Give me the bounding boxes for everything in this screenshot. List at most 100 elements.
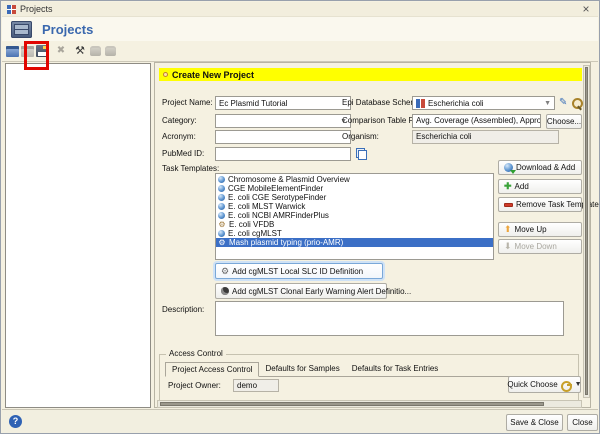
- comparison-table-fields-value: Avg. Coverage (Assembled), Approximated …: [412, 114, 541, 128]
- gear-icon: ⚙: [221, 265, 230, 276]
- task-template-item[interactable]: Chromosome & Plasmid Overview: [216, 175, 493, 184]
- save-close-button[interactable]: Save & Close: [506, 414, 563, 431]
- category-label: Category:: [162, 116, 197, 125]
- footer-bar: ? Save & Close Close: [2, 409, 598, 433]
- section-header: Create New Project: [159, 68, 582, 81]
- globe-icon: [218, 212, 225, 219]
- description-label: Description:: [162, 305, 205, 314]
- horizontal-scrollbar-thumb[interactable]: [160, 402, 544, 406]
- help-icon[interactable]: ?: [9, 415, 22, 428]
- add-cgmlst-clonal-alert-button[interactable]: Add cgMLST Clonal Early Warning Alert De…: [215, 283, 411, 299]
- section-title: Create New Project: [172, 69, 255, 80]
- page-header: Projects: [2, 17, 598, 41]
- task-template-label: E. coli MLST Warwick: [228, 202, 306, 211]
- choose-fields-button[interactable]: Choose...: [546, 114, 582, 129]
- organism-label: Organism:: [342, 132, 379, 141]
- projects-icon: [11, 20, 32, 38]
- gear-icon: ⚙: [218, 237, 226, 247]
- move-down-button: ⬇ Move Down: [498, 239, 582, 254]
- annotation-highlight-box: [24, 41, 49, 70]
- search-scheme-icon[interactable]: [572, 98, 583, 109]
- tab-defaults-for-task-entries[interactable]: Defaults for Task Entries: [346, 362, 445, 376]
- epi-database-scheme-value: Escherichia coli: [428, 98, 484, 108]
- task-template-item[interactable]: CGE MobileElementFinder: [216, 184, 493, 193]
- task-templates-list[interactable]: Chromosome & Plasmid Overview CGE MobileE…: [215, 173, 494, 260]
- access-control-group: Access Control Project Access Control Def…: [159, 349, 582, 401]
- add-cgmlst-local-slc-button[interactable]: ⚙ Add cgMLST Local SLC ID Definition: [215, 263, 383, 279]
- globe-icon: [218, 185, 225, 192]
- task-template-label: Chromosome & Plasmid Overview: [228, 175, 350, 184]
- chevron-down-icon: ▼: [574, 381, 582, 388]
- new-project-icon[interactable]: [5, 43, 19, 59]
- title-bar: Projects ×: [2, 2, 598, 17]
- pubmed-id-input[interactable]: [215, 147, 351, 161]
- globe-icon: [218, 194, 225, 201]
- pubmed-id-label: PubMed ID:: [162, 149, 205, 158]
- chevron-down-icon: ▼: [544, 99, 551, 107]
- task-template-label: E. coli cgMLST: [228, 229, 282, 238]
- plus-icon: ✚: [504, 181, 512, 191]
- task-template-label: CGE MobileElementFinder: [228, 184, 324, 193]
- task-template-item[interactable]: E. coli cgMLST: [216, 229, 493, 238]
- grant-access-icon: [88, 43, 102, 59]
- delete-project-icon: ✖: [56, 45, 66, 56]
- globe-icon: [218, 230, 225, 237]
- category-select[interactable]: ▼: [215, 114, 351, 128]
- project-owner-value: demo: [233, 379, 279, 392]
- task-template-item[interactable]: ⚙ Mash plasmid typing (prio-AMR): [216, 238, 493, 247]
- task-template-item[interactable]: ⚙ E. coli VFDB: [216, 220, 493, 229]
- close-window-icon[interactable]: ×: [579, 2, 593, 16]
- project-owner-label: Project Owner:: [168, 381, 221, 390]
- epi-database-scheme-select[interactable]: Escherichia coli ▼: [412, 96, 555, 110]
- acronym-label: Acronym:: [162, 132, 196, 141]
- section-bullet-icon: [163, 72, 168, 77]
- task-template-item[interactable]: E. coli CGE SerotypeFinder: [216, 193, 493, 202]
- arrow-down-icon: ⬇: [504, 241, 512, 251]
- tab-defaults-for-samples[interactable]: Defaults for Samples: [259, 362, 345, 376]
- project-name-input[interactable]: [215, 96, 351, 110]
- tab-project-access-control[interactable]: Project Access Control: [165, 362, 260, 377]
- globe-icon: [218, 176, 225, 183]
- gear-icon: ⚙: [218, 219, 226, 229]
- access-control-legend: Access Control: [166, 349, 226, 358]
- close-button[interactable]: Close: [567, 414, 598, 431]
- task-template-label: E. coli VFDB: [229, 220, 275, 229]
- globe-icon: [218, 203, 225, 210]
- description-input[interactable]: [215, 301, 564, 336]
- key-icon: [560, 380, 572, 392]
- edit-scheme-icon[interactable]: ✎: [559, 97, 567, 109]
- projects-dialog: Projects × Projects ✖ ⚒ Create New Projec…: [0, 0, 600, 434]
- remove-task-template-button[interactable]: Remove Task Template: [498, 197, 599, 212]
- project-name-label: Project Name:: [162, 98, 213, 107]
- acronym-input[interactable]: [215, 130, 351, 144]
- database-icon: [416, 98, 425, 108]
- arrow-up-icon: ⬆: [504, 224, 512, 234]
- vertical-scrollbar[interactable]: [583, 65, 590, 398]
- horizontal-scrollbar[interactable]: [157, 400, 582, 408]
- task-template-item[interactable]: E. coli NCBI AMRFinderPlus: [216, 211, 493, 220]
- quick-choose-button[interactable]: Quick Choose ▼: [507, 376, 582, 393]
- task-template-label: E. coli CGE SerotypeFinder: [228, 193, 327, 202]
- app-icon: [7, 4, 16, 14]
- create-project-panel: Create New Project Project Name: Categor…: [154, 62, 599, 408]
- task-template-label: Mash plasmid typing (prio-AMR): [229, 238, 344, 247]
- move-up-button[interactable]: ⬆ Move Up: [498, 222, 582, 237]
- organism-value: Escherichia coli: [412, 130, 559, 144]
- download-add-button[interactable]: Download & Add: [498, 160, 582, 175]
- add-button[interactable]: ✚ Add: [498, 179, 582, 194]
- window-title: Projects: [20, 4, 53, 14]
- minus-icon: [504, 202, 513, 207]
- alert-definition-icon: [221, 287, 229, 295]
- projects-list-panel[interactable]: [5, 63, 151, 408]
- globe-download-icon: [504, 163, 516, 174]
- revoke-access-icon: [103, 43, 117, 59]
- paste-icon[interactable]: [356, 148, 367, 160]
- task-template-item[interactable]: E. coli MLST Warwick: [216, 202, 493, 211]
- task-template-label: E. coli NCBI AMRFinderPlus: [228, 211, 329, 220]
- access-control-tabs: Project Access Control Defaults for Sampl…: [165, 362, 573, 377]
- project-tools-icon[interactable]: ⚒: [73, 43, 87, 59]
- page-title: Projects: [42, 21, 94, 37]
- vertical-scrollbar-thumb[interactable]: [585, 67, 588, 395]
- main-area: Create New Project Project Name: Categor…: [2, 62, 599, 409]
- toolbar: ✖ ⚒: [2, 41, 598, 62]
